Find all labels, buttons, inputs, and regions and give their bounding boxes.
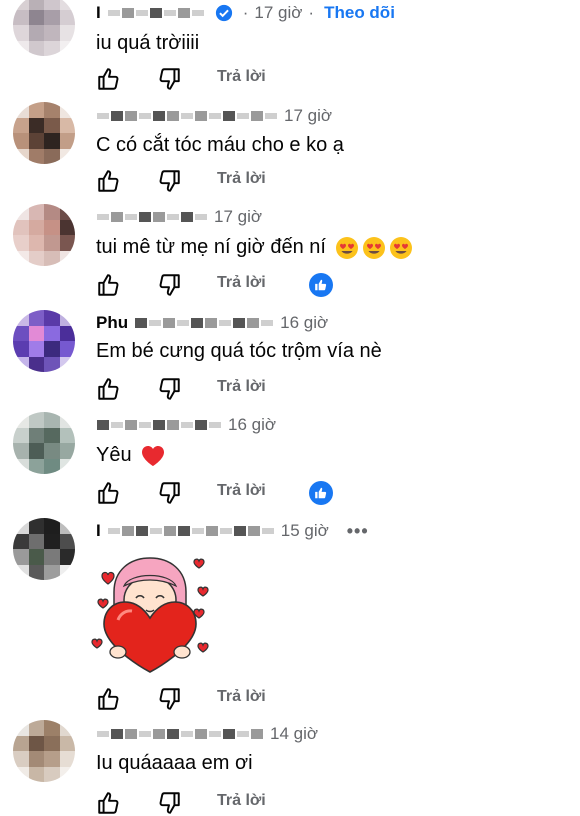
- reply-button[interactable]: Trả lời: [217, 482, 266, 500]
- timestamp[interactable]: 17 giờ: [284, 106, 332, 126]
- like-icon[interactable]: [96, 686, 122, 712]
- author-name-blurred[interactable]: [96, 418, 222, 432]
- heart-eyes-emoji-icon: [335, 236, 358, 259]
- like-icon[interactable]: [96, 168, 122, 194]
- red-heart-emoji-icon: [142, 445, 165, 466]
- author-name[interactable]: I: [96, 3, 101, 23]
- follow-button[interactable]: Theo dõi: [324, 3, 395, 23]
- author-name[interactable]: I: [96, 521, 101, 541]
- avatar[interactable]: [13, 310, 75, 372]
- timestamp[interactable]: 16 giờ: [280, 313, 328, 333]
- comment-actions: Trả lời: [96, 168, 556, 194]
- timestamp[interactable]: 14 giờ: [270, 724, 318, 744]
- author-name[interactable]: Phu: [96, 313, 128, 333]
- timestamp[interactable]: 15 giờ: [281, 521, 329, 541]
- dislike-icon[interactable]: [156, 376, 182, 402]
- like-icon[interactable]: [96, 272, 122, 298]
- comment-actions: Trả lời: [96, 480, 556, 506]
- girl-hugging-heart-sticker[interactable]: [90, 554, 214, 674]
- dislike-icon[interactable]: [156, 66, 182, 92]
- comment-text: Yêu: [96, 442, 165, 468]
- avatar[interactable]: [13, 102, 75, 164]
- comment-text: iu quá trờiiii: [96, 32, 200, 54]
- author-name-blurred[interactable]: [96, 210, 208, 224]
- dislike-icon[interactable]: [156, 272, 182, 298]
- dislike-icon[interactable]: [156, 480, 182, 506]
- reply-button[interactable]: Trả lời: [217, 688, 266, 706]
- comment-header: 17 giờ: [96, 105, 332, 127]
- avatar[interactable]: [13, 518, 75, 580]
- like-icon[interactable]: [96, 480, 122, 506]
- thumbs-up-icon: [315, 487, 327, 499]
- more-options-button[interactable]: •••: [347, 521, 369, 542]
- comment-text: Em bé cưng quá tóc trộm vía nè: [96, 340, 382, 362]
- reply-button[interactable]: Trả lời: [217, 170, 266, 188]
- timestamp[interactable]: 16 giờ: [228, 415, 276, 435]
- like-icon[interactable]: [96, 376, 122, 402]
- comment-actions: Trả lời: [96, 686, 556, 712]
- reply-button[interactable]: Trả lời: [217, 792, 266, 810]
- comment-text-content: Yêu: [96, 444, 132, 466]
- dislike-icon[interactable]: [156, 168, 182, 194]
- dislike-icon[interactable]: [156, 790, 182, 816]
- like-icon[interactable]: [96, 66, 122, 92]
- comment-header: I · 17 giờ · Theo dõi: [96, 2, 395, 24]
- avatar[interactable]: [13, 412, 75, 474]
- comment-text: tui mê từ mẹ ní giờ đến ní: [96, 234, 413, 260]
- reply-button[interactable]: Trả lời: [217, 68, 266, 86]
- timestamp[interactable]: 17 giờ: [254, 3, 302, 23]
- comment-header: 17 giờ: [96, 206, 262, 228]
- author-name-blurred: [134, 316, 274, 330]
- reply-button[interactable]: Trả lời: [217, 378, 266, 396]
- comment-actions: Trả lời: [96, 66, 556, 92]
- heart-eyes-emoji-icon: [389, 236, 412, 259]
- avatar[interactable]: [13, 720, 75, 782]
- comment-text: Iu quáaaaa em ơi: [96, 752, 253, 774]
- comment-header: 16 giờ: [96, 414, 276, 436]
- timestamp[interactable]: 17 giờ: [214, 207, 262, 227]
- like-reaction-badge[interactable]: [309, 273, 333, 297]
- author-name-blurred: [107, 524, 275, 538]
- dislike-icon[interactable]: [156, 686, 182, 712]
- author-name-blurred: [107, 6, 205, 20]
- comment-header: Phu 16 giờ: [96, 312, 328, 334]
- author-name-blurred[interactable]: [96, 109, 278, 123]
- like-icon[interactable]: [96, 790, 122, 816]
- comment-text: C có cắt tóc máu cho e ko ạ: [96, 134, 344, 156]
- like-reaction-badge[interactable]: [309, 481, 333, 505]
- comment-actions: Trả lời: [96, 272, 556, 298]
- verified-badge-icon: [215, 4, 232, 22]
- comment-actions: Trả lời: [96, 376, 556, 402]
- avatar[interactable]: [13, 204, 75, 266]
- reply-button[interactable]: Trả lời: [217, 274, 266, 292]
- comment-actions: Trả lời: [96, 790, 556, 816]
- separator-dot: ·: [308, 3, 315, 22]
- comment-header: I 15 giờ •••: [96, 520, 369, 542]
- avatar[interactable]: [13, 0, 75, 56]
- author-name-blurred[interactable]: [96, 727, 264, 741]
- comment-header: 14 giờ: [96, 723, 318, 745]
- heart-eyes-emoji-icon: [362, 236, 385, 259]
- thumbs-up-icon: [315, 279, 327, 291]
- comment-text-content: tui mê từ mẹ ní giờ đến ní: [96, 236, 326, 258]
- separator-dot: ·: [242, 3, 249, 22]
